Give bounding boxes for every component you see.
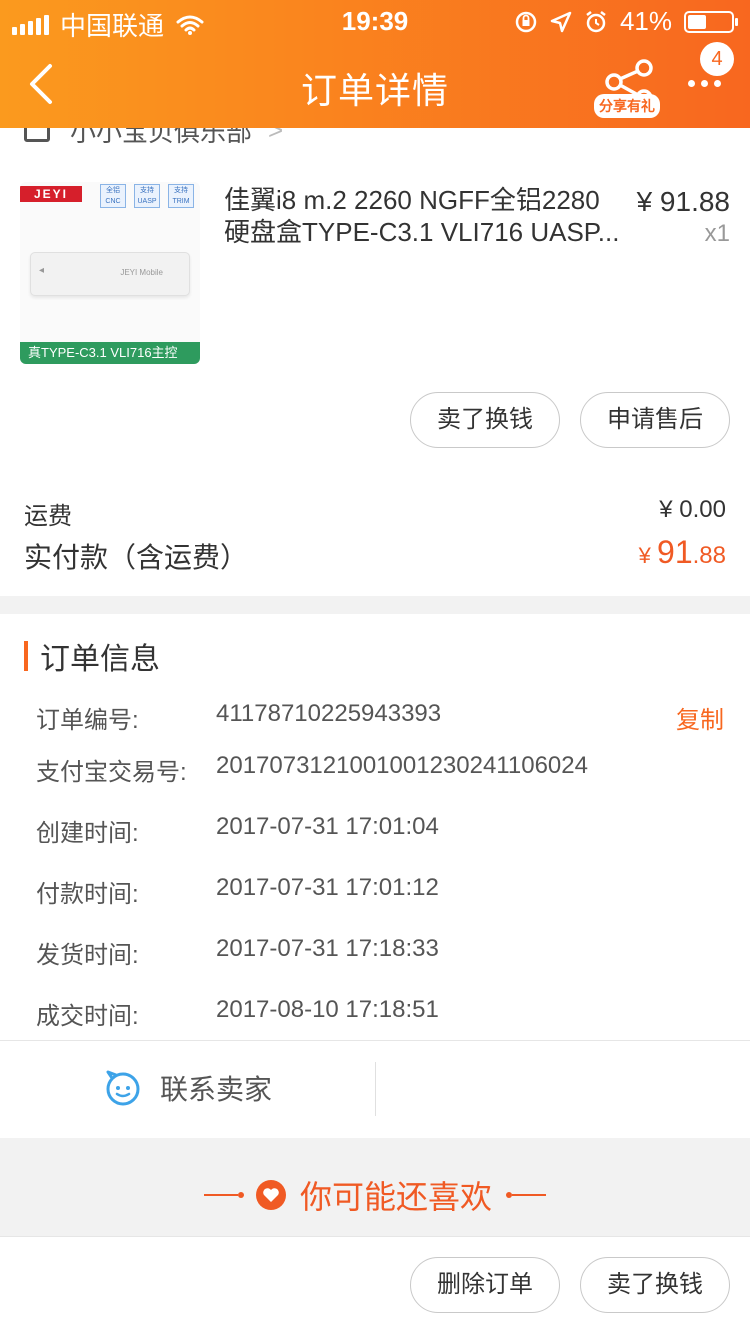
heart-icon (256, 1180, 286, 1210)
divider (0, 1040, 750, 1041)
decor-dot (238, 1192, 244, 1198)
product-image-caption: 真TYPE-C3.1 VLI716主控 (20, 342, 200, 364)
created-time-label: 创建时间: (36, 820, 139, 847)
product-image[interactable]: JEYI 全铝 CNC 支持 UASP 支持 TRIM ◂ JEYI Mobil… (20, 182, 200, 364)
more-icon[interactable] (688, 80, 721, 87)
completed-time-value: 2017-08-10 17:18:51 (216, 996, 439, 1023)
contact-seller-label: 联系卖家 (160, 1074, 273, 1105)
paid-label: 实付款（含运费） (24, 542, 249, 573)
product-image-tag: 支持 TRIM (168, 184, 194, 208)
sell-button-footer[interactable]: 卖了换钱 (580, 1257, 730, 1313)
decor-line (204, 1194, 238, 1196)
created-time-value: 2017-07-31 17:01:04 (216, 813, 439, 840)
battery-percent: 41% (619, 6, 672, 36)
completed-time-label: 成交时间: (36, 1003, 139, 1030)
order-info-title-text: 订单信息 (40, 643, 160, 676)
shipping-label: 运费 (24, 503, 72, 530)
copy-button[interactable]: 复制 (676, 700, 724, 735)
share-reward-label[interactable]: 分享有礼 (594, 94, 660, 118)
paid-integer: 91 (657, 534, 693, 570)
order-number-label: 订单编号: (36, 707, 139, 734)
after-sales-button[interactable]: 申请售后 (580, 392, 730, 448)
shipped-time-label: 发货时间: (36, 942, 139, 969)
location-icon (550, 11, 572, 32)
product-title[interactable]: 佳翼i8 m.2 2260 NGFF全铝2280硬盘盒TYPE-C3.1 VLI… (224, 184, 624, 248)
product-image-brand: JEYI (20, 186, 82, 202)
alarm-icon (586, 10, 606, 32)
product-image-tag: 全铝 CNC (100, 184, 126, 208)
rotation-lock-icon (515, 11, 537, 32)
section-divider (0, 596, 750, 614)
paid-currency: ¥ (638, 543, 658, 568)
ssd-enclosure-picture: ◂ JEYI Mobile (30, 252, 190, 296)
contact-seller-button[interactable]: 联系卖家 (104, 1068, 272, 1108)
paid-time-value: 2017-07-31 17:01:12 (216, 874, 439, 901)
decor-line (512, 1194, 547, 1196)
recommend-title: 你可能还喜欢 (300, 1179, 493, 1215)
order-info-title: 订单信息 (24, 636, 160, 676)
alipay-trade-value: 2017073121001001230241106024 (216, 752, 588, 779)
product-quantity: x1 (704, 220, 730, 247)
paid-decimal: .88 (692, 542, 726, 569)
message-badge: 4 (700, 42, 734, 76)
product-item[interactable]: JEYI 全铝 CNC 支持 UASP 支持 TRIM ◂ JEYI Mobil… (0, 170, 750, 380)
alipay-trade-label: 支付宝交易号: (36, 759, 187, 786)
chat-icon (106, 1070, 140, 1106)
battery-icon (684, 10, 738, 33)
product-price: ¥ 91.88 (636, 186, 730, 217)
sell-button[interactable]: 卖了换钱 (410, 392, 560, 448)
title-accent-bar (24, 641, 28, 671)
paid-amount: ¥ 91.88 (639, 534, 726, 571)
app-header: 中国联通 19:39 41% 订单详情 分享有礼 4 (0, 0, 750, 128)
product-image-tag: 支持 UASP (134, 184, 160, 208)
bottom-action-bar: 删除订单 卖了换钱 (0, 1236, 750, 1334)
shipping-value: ¥ 0.00 (659, 496, 726, 523)
status-bar: 中国联通 19:39 41% (0, 0, 750, 41)
delete-order-button[interactable]: 删除订单 (410, 1257, 560, 1313)
paid-time-label: 付款时间: (36, 881, 139, 908)
recommend-header: 你可能还喜欢 (0, 1160, 750, 1230)
shipped-time-value: 2017-07-31 17:18:33 (216, 935, 439, 962)
vertical-divider (375, 1062, 376, 1116)
device-logo: JEYI Mobile (120, 268, 163, 277)
order-number-value: 41178710225943393 (216, 700, 442, 727)
